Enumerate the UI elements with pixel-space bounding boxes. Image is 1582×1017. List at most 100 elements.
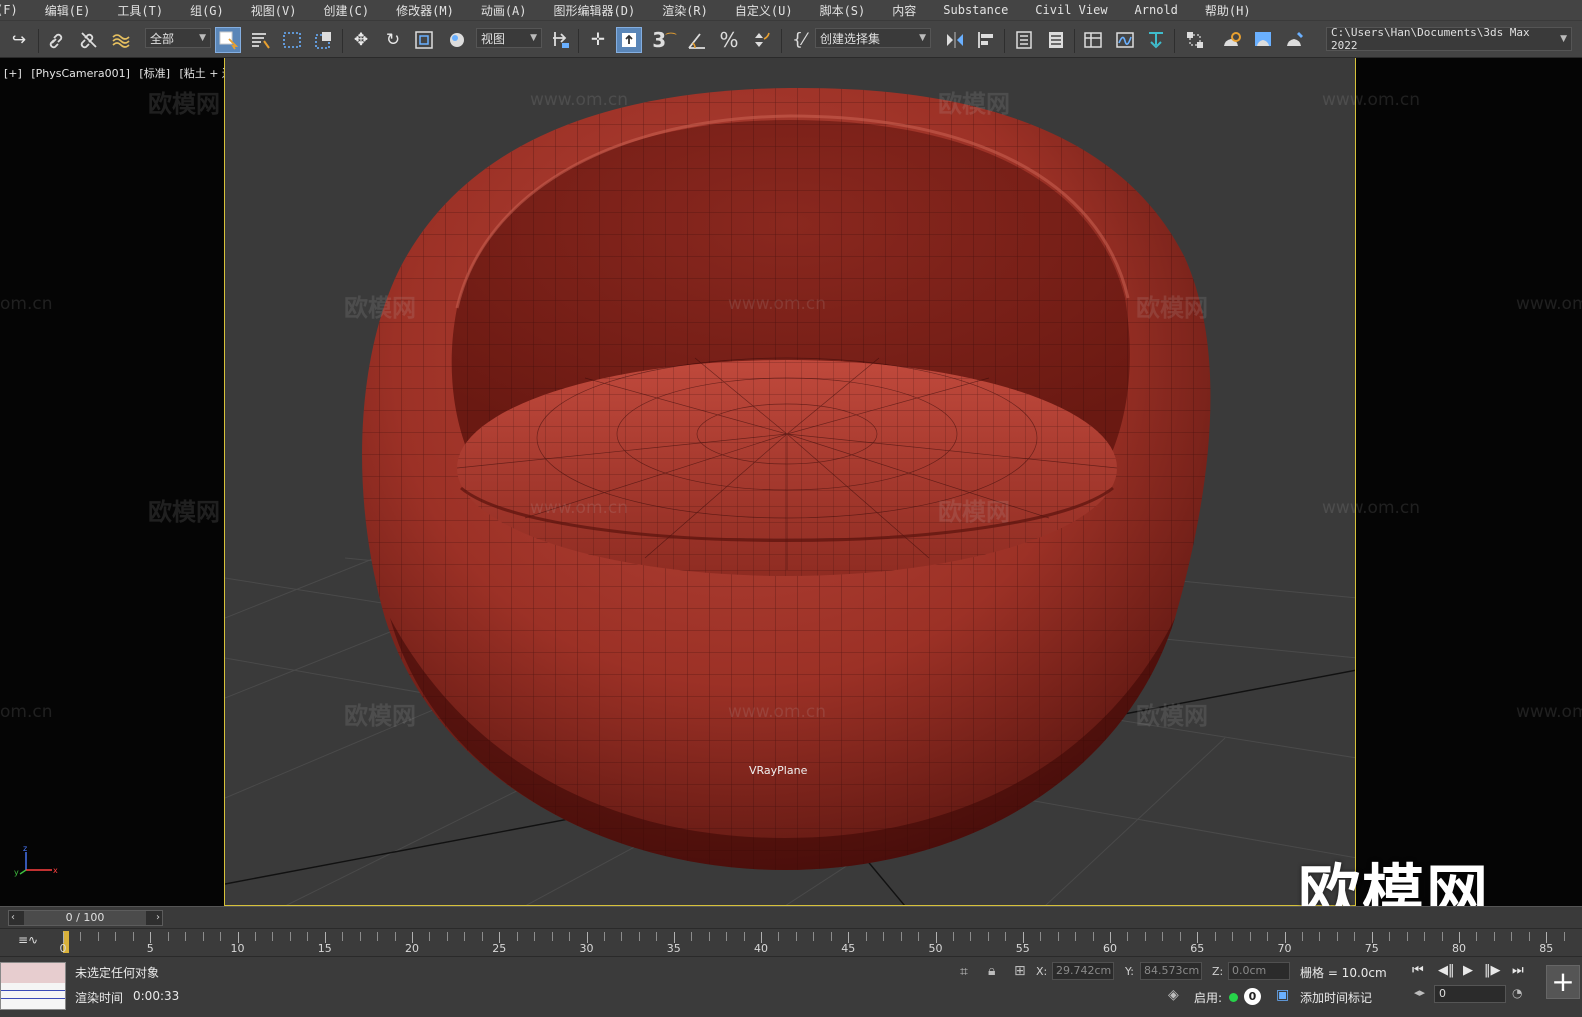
render-setup-icon[interactable] bbox=[1219, 27, 1245, 53]
align-icon[interactable] bbox=[973, 27, 999, 53]
menu-item[interactable]: 视图(V) bbox=[251, 2, 310, 19]
spinner-snap-icon[interactable] bbox=[748, 27, 774, 53]
ruler-tick bbox=[621, 932, 623, 941]
previous-frame-icon[interactable]: ‹ bbox=[11, 911, 15, 925]
menu-item[interactable]: (F) bbox=[0, 3, 31, 17]
render-production-icon[interactable] bbox=[1282, 27, 1308, 53]
select-and-manipulate-icon[interactable]: ✛ bbox=[585, 27, 611, 53]
named-selection-dropdown[interactable]: 创建选择集 ▼ bbox=[815, 28, 931, 48]
ruler-tick bbox=[289, 932, 291, 941]
curve-editor-icon[interactable] bbox=[1112, 27, 1138, 53]
key-mode-icon[interactable]: ◂▸ bbox=[1414, 986, 1425, 999]
play-icon[interactable]: ▶ bbox=[1463, 963, 1473, 978]
snap-3d-icon[interactable]: 3 ⁀ bbox=[651, 27, 677, 53]
menu-item[interactable]: 内容 bbox=[892, 2, 929, 19]
menu-item[interactable]: 组(G) bbox=[190, 2, 237, 19]
add-button[interactable]: + bbox=[1546, 965, 1580, 999]
absolute-mode-icon[interactable]: ⊞ bbox=[1014, 963, 1026, 979]
menu-item[interactable]: 创建(C) bbox=[323, 2, 382, 19]
schematic-view-icon[interactable] bbox=[1143, 27, 1169, 53]
go-to-start-icon[interactable]: ⏮ bbox=[1412, 963, 1424, 978]
link-icon[interactable] bbox=[45, 27, 71, 53]
adaptive-degradation-icon[interactable]: ◈ bbox=[1168, 987, 1179, 1003]
keyboard-shortcut-icon[interactable] bbox=[616, 27, 642, 53]
move-icon[interactable]: ✥ bbox=[348, 27, 374, 53]
bind-spacewarp-icon[interactable] bbox=[108, 27, 134, 53]
edit-named-selection-icon[interactable]: {⁄ bbox=[786, 27, 812, 53]
time-slider-thumb[interactable]: 0 / 100 bbox=[24, 911, 146, 925]
scale-icon[interactable] bbox=[411, 27, 437, 53]
chair-model[interactable] bbox=[362, 87, 1211, 871]
angle-snap-icon[interactable] bbox=[684, 27, 710, 53]
lock-selection-icon[interactable]: 🔒︎ bbox=[988, 963, 995, 979]
menu-item[interactable]: Arnold bbox=[1135, 3, 1191, 17]
y-coord-field[interactable]: 84.573cm bbox=[1140, 962, 1202, 980]
menu-item[interactable]: 脚本(S) bbox=[820, 2, 879, 19]
x-coord-field[interactable]: 29.742cm bbox=[1052, 962, 1114, 980]
reference-coordinate-dropdown[interactable]: 视图 ▼ bbox=[476, 28, 542, 48]
percent-snap-icon[interactable]: % bbox=[716, 27, 742, 53]
frame-ruler[interactable]: 0 5 10 15 20 25 30 35 40 45 50 55 60 65 70 75 80 85 bbox=[60, 929, 1573, 957]
chevron-down-icon: ▼ bbox=[1560, 34, 1567, 44]
go-to-end-icon[interactable]: ⏭ bbox=[1512, 963, 1524, 978]
menu-item[interactable]: 渲染(R) bbox=[662, 2, 721, 19]
ruler-label: 70 bbox=[1277, 942, 1292, 955]
menu-item[interactable]: 帮助(H) bbox=[1205, 2, 1264, 19]
ruler-tick bbox=[534, 932, 536, 941]
menu-item[interactable]: Substance bbox=[943, 3, 1021, 17]
ruler-tick bbox=[638, 932, 640, 941]
window-crossing-icon[interactable] bbox=[311, 27, 337, 53]
selection-filter-dropdown[interactable]: 全部 ▼ bbox=[145, 28, 211, 48]
time-configuration-icon[interactable]: ◔ bbox=[1512, 986, 1522, 1000]
next-frame-icon[interactable]: › bbox=[156, 911, 160, 925]
viewport-area[interactable]: [+] [PhysCamera001] [标准] [粘土 + 边面] VRayP… bbox=[0, 58, 1582, 906]
add-time-tag[interactable]: 添加时间标记 bbox=[1300, 989, 1372, 1006]
rotate-icon[interactable]: ↻ bbox=[380, 27, 406, 53]
viewport-label[interactable]: [+] [PhysCamera001] [标准] [粘土 + 边面] bbox=[4, 65, 254, 81]
menu-item[interactable]: 编辑(E) bbox=[45, 2, 104, 19]
rendered-frame-window-icon[interactable] bbox=[1250, 27, 1276, 53]
time-tag-icon[interactable]: ▣ bbox=[1276, 987, 1289, 1003]
previous-key-icon[interactable]: ◀‖ bbox=[1438, 963, 1455, 978]
project-path-dropdown[interactable]: C:\Users\Han\Documents\3ds Max 2022 ▼ bbox=[1326, 26, 1572, 52]
time-slider-track[interactable]: ‹ 0 / 100 › bbox=[8, 910, 163, 926]
time-slider[interactable]: ‹ 0 / 100 › bbox=[0, 906, 1582, 928]
menu-item[interactable]: 图形编辑器(D) bbox=[554, 2, 649, 19]
layer-explorer-icon[interactable] bbox=[1011, 27, 1037, 53]
maxscript-listener[interactable] bbox=[0, 962, 66, 1010]
grid-spacing: 栅格 = 10.0cm bbox=[1300, 966, 1387, 980]
viewport-mode-label[interactable]: [标准] bbox=[139, 67, 170, 80]
unlink-icon[interactable] bbox=[76, 27, 102, 53]
menu-item[interactable]: Civil View bbox=[1035, 3, 1120, 17]
ruler-label: 35 bbox=[666, 942, 681, 955]
enable-status-dot[interactable] bbox=[1229, 993, 1238, 1002]
next-key-icon[interactable]: ‖▶ bbox=[1484, 963, 1501, 978]
menu-item[interactable]: 动画(A) bbox=[481, 2, 540, 19]
pivot-icon[interactable] bbox=[548, 27, 574, 53]
ribbon-icon[interactable] bbox=[1043, 27, 1069, 53]
redo-icon[interactable]: ↪ bbox=[6, 27, 32, 53]
camera-safe-frame[interactable]: VRayPlane bbox=[224, 58, 1356, 906]
track-bar[interactable]: ≡∿ 0 5 10 15 20 25 30 35 40 45 50 55 60 65 70 75 80 85 bbox=[0, 928, 1582, 956]
z-coord-field[interactable]: 0.0cm bbox=[1228, 962, 1290, 980]
watermark-url: www.om.cn bbox=[1516, 702, 1582, 722]
menu-item[interactable]: 修改器(M) bbox=[396, 2, 467, 19]
mirror-icon[interactable] bbox=[942, 27, 968, 53]
placement-icon[interactable] bbox=[444, 27, 470, 53]
menu-item[interactable]: 自定义(U) bbox=[735, 2, 806, 19]
scene-render bbox=[225, 87, 1355, 905]
menu-item[interactable]: 工具(T) bbox=[117, 2, 176, 19]
current-frame-field[interactable]: 0 bbox=[1434, 985, 1506, 1003]
mini-curve-editor-icon[interactable]: ≡∿ bbox=[18, 933, 38, 947]
scene-explorer-icon[interactable] bbox=[1080, 27, 1106, 53]
ruler-tick bbox=[1528, 932, 1530, 941]
rectangular-region-icon[interactable] bbox=[279, 27, 305, 53]
viewport-menu-plus[interactable]: [+] bbox=[4, 67, 22, 80]
isolate-selection-icon[interactable]: ⌗ bbox=[960, 964, 968, 980]
material-editor-icon[interactable] bbox=[1182, 27, 1208, 53]
select-object-icon[interactable] bbox=[215, 27, 241, 53]
viewport-camera-label[interactable]: [PhysCamera001] bbox=[31, 67, 130, 80]
toolbar-separator bbox=[781, 29, 782, 53]
select-by-name-icon[interactable] bbox=[247, 27, 273, 53]
ruler-tick bbox=[272, 932, 274, 941]
